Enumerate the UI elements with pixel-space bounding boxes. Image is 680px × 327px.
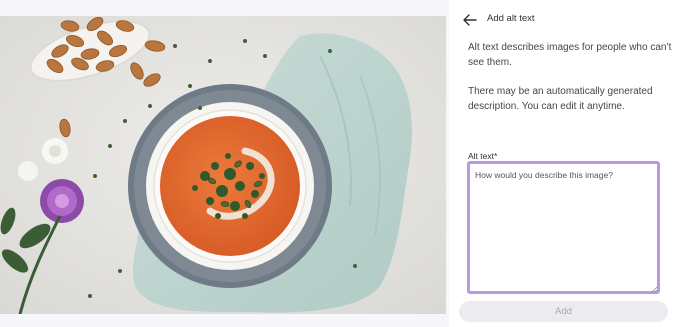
description-line-2: There may be an automatically generated …	[468, 86, 653, 112]
add-button[interactable]: Add	[459, 301, 668, 322]
resize-grip-icon[interactable]	[651, 286, 658, 293]
back-button[interactable]	[459, 9, 481, 31]
alt-text-input[interactable]	[467, 161, 660, 294]
description-line-1: Alt text describes images for people who…	[468, 42, 672, 68]
purple-flower	[40, 179, 84, 223]
arrow-left-icon	[463, 14, 477, 26]
soup	[160, 116, 300, 256]
image-preview	[0, 16, 446, 314]
panel-header: Add alt text	[449, 0, 680, 40]
alt-text-description: Alt text describes images for people who…	[468, 40, 673, 128]
alt-text-dialog: Add alt text Alt text describes images f…	[0, 0, 680, 327]
alt-text-label: Alt text*	[468, 151, 498, 161]
soup-photo	[0, 16, 446, 314]
panel-title: Add alt text	[487, 13, 535, 24]
alt-text-panel: Add alt text Alt text describes images f…	[449, 0, 680, 327]
